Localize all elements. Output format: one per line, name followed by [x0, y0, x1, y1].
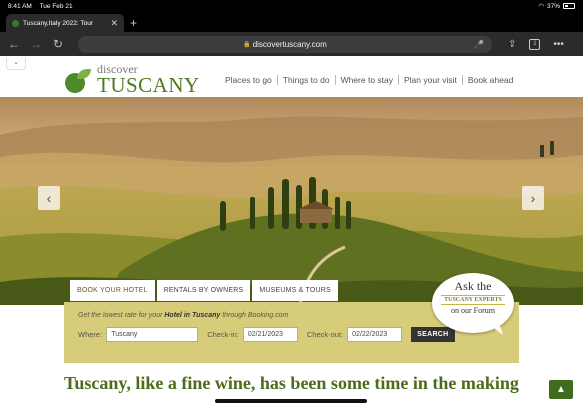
- site-logo[interactable]: discover TUSCANY: [63, 63, 200, 96]
- nav-plan-your-visit[interactable]: Plan your visit: [399, 75, 463, 85]
- ask-line-3: on our Forum: [451, 306, 495, 315]
- tab-rentals-by-owners[interactable]: RENTALS BY OWNERS: [156, 280, 251, 301]
- ask-line-2: TUSCANY EXPERTS: [441, 295, 505, 305]
- toolbar-icons: ⇪ 1 •••: [508, 38, 564, 50]
- slider-next-button[interactable]: ›: [522, 186, 544, 210]
- logo-tuscany: TUSCANY: [97, 73, 200, 97]
- status-time: 8:41 AM: [8, 2, 32, 10]
- ask-experts-bubble[interactable]: Ask the TUSCANY EXPERTS on our Forum: [432, 273, 514, 333]
- browser-tab-bar: Tuscany,Italy 2022: Tour ✕ +: [0, 12, 583, 32]
- ask-line-1: Ask the: [454, 279, 492, 293]
- tab-museums-tours[interactable]: MUSEUMS & TOURS: [252, 280, 338, 301]
- url-text: discovertuscany.com: [252, 39, 327, 49]
- nav-things-to-do[interactable]: Things to do: [278, 75, 336, 85]
- hero-slider: ‹ ›: [0, 97, 583, 305]
- forward-arrow-icon[interactable]: →: [30, 37, 42, 51]
- booking-note-bold: Hotel in Tuscany: [164, 312, 221, 319]
- site-header: ⌄ discover TUSCANY Places to go Things t…: [0, 56, 583, 97]
- lock-icon: 🔒: [243, 41, 251, 48]
- booking-tabs: BOOK YOUR HOTEL RENTALS BY OWNERS MUSEUM…: [70, 280, 338, 301]
- battery-icon: [563, 3, 575, 9]
- booking-note-suffix: through Booking.com: [220, 312, 289, 319]
- tab-book-your-hotel[interactable]: BOOK YOUR HOTEL: [70, 280, 155, 301]
- url-bar[interactable]: 🔒 discovertuscany.com 🎤: [78, 35, 492, 53]
- home-indicator[interactable]: [215, 399, 367, 403]
- wifi-icon: ◠: [538, 3, 544, 10]
- nav-book-ahead[interactable]: Book ahead: [463, 75, 518, 85]
- checkout-label: Check-out:: [306, 330, 344, 339]
- scroll-to-top-button[interactable]: ▲: [549, 380, 573, 399]
- status-bar: 8:41 AM Tue Feb 21 ◠ 37%: [0, 0, 583, 12]
- checkin-input[interactable]: 02/21/2023: [242, 327, 298, 342]
- where-input[interactable]: Tuscany: [106, 327, 199, 342]
- address-toolbar: ← → ↻ 🔒 discovertuscany.com 🎤 ⇪ 1 •••: [0, 32, 583, 56]
- booking-note-prefix: Get the lowest rate for your: [78, 312, 165, 319]
- tabs-overview-button[interactable]: 1: [529, 38, 541, 50]
- where-label: Where:: [78, 330, 103, 339]
- slider-prev-button[interactable]: ‹: [38, 186, 60, 210]
- checkout-input[interactable]: 02/22/2023: [347, 327, 403, 342]
- search-button[interactable]: SEARCH: [411, 327, 455, 342]
- page-headline: Tuscany, like a fine wine, has been some…: [64, 373, 519, 393]
- booking-form-row: Where: Tuscany Check-in: 02/21/2023 Chec…: [78, 327, 505, 342]
- browser-tab[interactable]: Tuscany,Italy 2022: Tour ✕: [6, 14, 124, 32]
- checkin-label: Check-in:: [207, 330, 239, 339]
- battery-percent: 37%: [546, 2, 560, 10]
- hero-landscape-image: [0, 116, 583, 305]
- status-right: ◠ 37%: [538, 2, 575, 10]
- logo-text: discover TUSCANY: [97, 63, 200, 96]
- microphone-icon[interactable]: 🎤: [474, 40, 484, 49]
- status-left: 8:41 AM Tue Feb 21: [8, 3, 79, 10]
- main-nav: Places to go Things to do Where to stay …: [220, 75, 518, 85]
- share-icon[interactable]: ⇪: [508, 39, 516, 50]
- nav-places-to-go[interactable]: Places to go: [220, 75, 278, 85]
- logo-mark-icon: [63, 67, 93, 93]
- reload-icon[interactable]: ↻: [52, 37, 64, 51]
- new-tab-plus-icon[interactable]: +: [130, 16, 137, 30]
- back-arrow-icon[interactable]: ←: [8, 37, 20, 51]
- tab-title: Tuscany,Italy 2022: Tour: [23, 19, 93, 27]
- chevron-down-icon[interactable]: ⌄: [6, 58, 26, 70]
- more-icon[interactable]: •••: [553, 39, 564, 50]
- status-date: Tue Feb 21: [39, 2, 73, 10]
- close-icon[interactable]: ✕: [110, 18, 118, 29]
- nav-where-to-stay[interactable]: Where to stay: [336, 75, 399, 85]
- favicon-icon: [12, 19, 19, 27]
